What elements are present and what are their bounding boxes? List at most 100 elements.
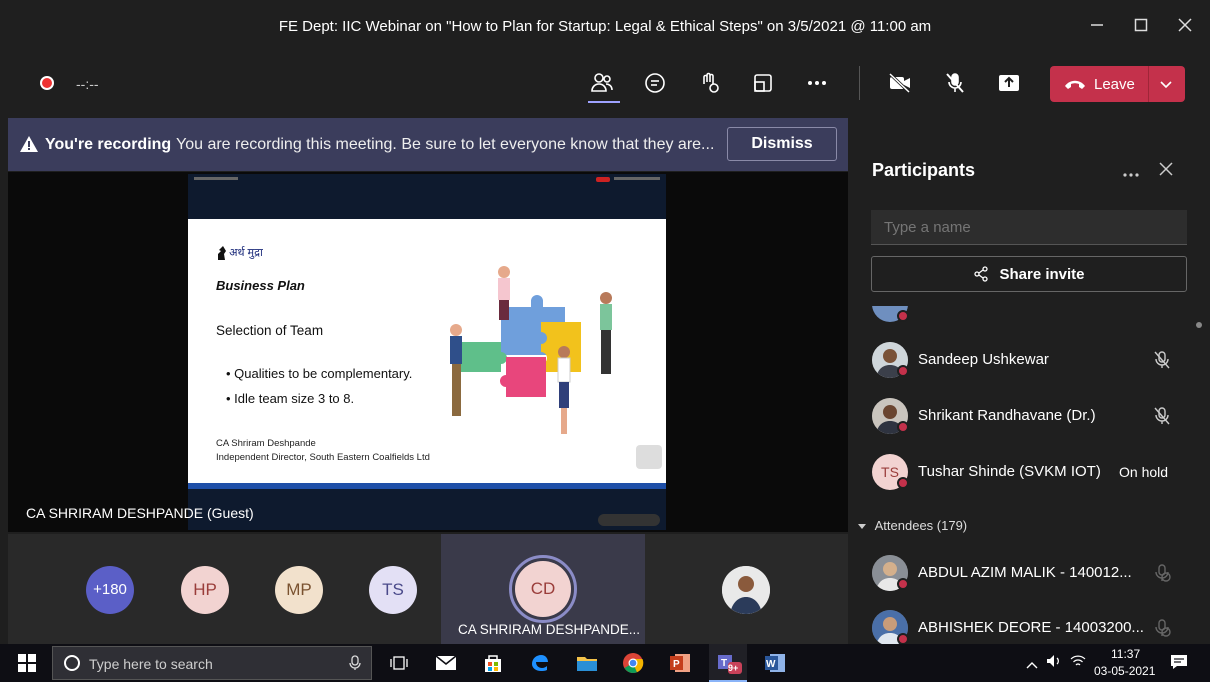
maximize-button[interactable] <box>1126 12 1156 40</box>
taskbar-date[interactable]: 03-05-2021 <box>1094 664 1155 678</box>
participant-name: Shrikant Randhavane (Dr.) <box>918 407 1096 424</box>
presence-dot <box>897 365 909 377</box>
tablet-record-indicator <box>596 177 610 182</box>
word-icon[interactable]: W <box>763 651 787 675</box>
file-explorer-icon[interactable] <box>575 651 599 675</box>
show-participants-button[interactable] <box>585 66 619 100</box>
knight-chess-icon <box>218 246 226 261</box>
powerpoint-icon[interactable]: P <box>668 651 692 675</box>
mic-disabled-icon <box>1155 619 1171 637</box>
presence-dot <box>897 477 909 489</box>
store-icon[interactable] <box>481 651 505 675</box>
taskbar-search-box[interactable]: Type here to search <box>52 646 372 680</box>
slide-caption-name: CA Shriram Deshpande <box>216 438 316 449</box>
camera-toggle-button[interactable] <box>883 66 917 100</box>
taskbar-search-placeholder: Type here to search <box>89 656 213 672</box>
presence-dot <box>897 310 909 322</box>
task-view-icon[interactable] <box>387 651 411 675</box>
windows-start-icon[interactable] <box>18 654 36 677</box>
attendee-name: ABHISHEK DEORE - 14003200... <box>918 619 1144 636</box>
edge-browser-icon[interactable] <box>527 651 551 675</box>
collapse-caret-icon <box>858 524 866 529</box>
slide-title: Business Plan <box>216 278 305 293</box>
volume-icon[interactable] <box>1046 654 1062 673</box>
slide-logo: अर्थ मुद्रा <box>216 245 263 261</box>
ellipsis-icon <box>808 81 826 85</box>
mic-off-icon <box>1154 351 1170 369</box>
chrome-icon[interactable] <box>621 651 645 675</box>
mic-toggle-button[interactable] <box>938 66 972 100</box>
camera-off-icon <box>888 72 911 94</box>
mic-off-icon <box>946 73 964 93</box>
attendees-section-header[interactable]: Attendees (179) <box>858 518 967 533</box>
svg-text:P: P <box>673 659 680 670</box>
dismiss-button[interactable]: Dismiss <box>727 127 837 161</box>
participant-name: Tushar Shinde (SVKM IOT) <box>918 463 1101 480</box>
action-center-icon[interactable] <box>1170 654 1188 675</box>
participant-avatar[interactable]: HP <box>181 566 229 614</box>
participant-photo-avatar[interactable] <box>722 566 770 614</box>
raise-hand-icon <box>703 72 719 93</box>
participant-avatar[interactable]: TS <box>369 566 417 614</box>
close-window-button[interactable] <box>1170 12 1200 40</box>
mail-icon[interactable] <box>434 651 458 675</box>
slide-bullet: • Idle team size 3 to 8. <box>226 391 355 406</box>
share-invite-button[interactable]: Share invite <box>871 256 1187 292</box>
show-hidden-icons-chevron-icon[interactable] <box>1026 656 1038 674</box>
presence-dot <box>897 421 909 433</box>
svg-text:W: W <box>766 659 776 670</box>
participant-avatar[interactable]: MP <box>275 566 323 614</box>
share-tray-icon <box>999 75 1019 91</box>
panel-more-options-icon[interactable] <box>1122 162 1140 183</box>
banner-message: You are recording this meeting. Be sure … <box>176 136 715 153</box>
active-tab-underline <box>588 101 620 103</box>
on-hold-status: On hold <box>1119 464 1169 480</box>
tablet-status-icons <box>614 177 660 180</box>
share-invite-label: Share invite <box>999 265 1085 283</box>
recording-indicator-icon <box>40 76 54 90</box>
scrollbar-thumb[interactable] <box>1196 322 1202 328</box>
slide-bullet: • Qualities to be complementary. <box>226 366 413 381</box>
participant-row[interactable]: Sandeep Ushkewar <box>872 342 1182 382</box>
panel-title: Participants <box>872 160 976 180</box>
taskbar-time[interactable]: 11:37 <box>1111 647 1140 661</box>
leave-button[interactable]: Leave <box>1050 66 1185 102</box>
warning-icon <box>20 136 38 152</box>
share-icon <box>974 266 989 282</box>
recording-timer: --:-- <box>76 76 99 92</box>
banner-heading: You're recording <box>45 136 172 153</box>
people-icon <box>591 73 613 92</box>
team-puzzle-illustration <box>450 266 612 434</box>
rooms-icon <box>754 74 772 92</box>
show-chat-button[interactable] <box>638 66 672 100</box>
tablet-status-bar <box>194 177 238 180</box>
leave-divider <box>1148 66 1149 102</box>
attendees-count-label: Attendees (179) <box>874 518 968 533</box>
slide-footer-bar <box>188 483 666 489</box>
phone-hangup-icon <box>1065 80 1085 89</box>
tablet-overlay-button[interactable] <box>636 445 662 469</box>
active-speaker-name: CA SHRIRAM DESHPANDE... <box>458 622 641 637</box>
attendee-row[interactable]: ABDUL AZIM MALIK - 140012... <box>872 555 1182 595</box>
microphone-icon[interactable] <box>349 655 361 671</box>
participant-search-input[interactable] <box>871 210 1187 245</box>
more-actions-button[interactable] <box>800 66 834 100</box>
chevron-down-icon[interactable] <box>1158 72 1174 96</box>
tablet-controls-pill[interactable] <box>598 514 660 526</box>
slide-logo-text: अर्थ मुद्रा <box>229 247 263 259</box>
breakout-rooms-button[interactable] <box>746 66 780 100</box>
panel-close-icon[interactable] <box>1158 160 1174 183</box>
overflow-participants-avatar[interactable]: +180 <box>86 566 134 614</box>
cortana-circle-icon <box>64 655 80 671</box>
wifi-icon[interactable] <box>1070 654 1086 673</box>
mic-disabled-icon <box>1155 564 1171 582</box>
minimize-button[interactable] <box>1082 12 1112 40</box>
share-content-button[interactable] <box>992 66 1026 100</box>
presence-dot <box>897 578 909 590</box>
recording-banner: You're recording You are recording this … <box>8 118 848 171</box>
reactions-button[interactable] <box>692 66 726 100</box>
slide-subtitle: Selection of Team <box>216 323 324 338</box>
participant-row[interactable]: Shrikant Randhavane (Dr.) <box>872 398 1182 438</box>
slide-caption-role: Independent Director, South Eastern Coal… <box>216 452 430 463</box>
participant-row[interactable]: TS Tushar Shinde (SVKM IOT) On hold <box>872 454 1182 494</box>
